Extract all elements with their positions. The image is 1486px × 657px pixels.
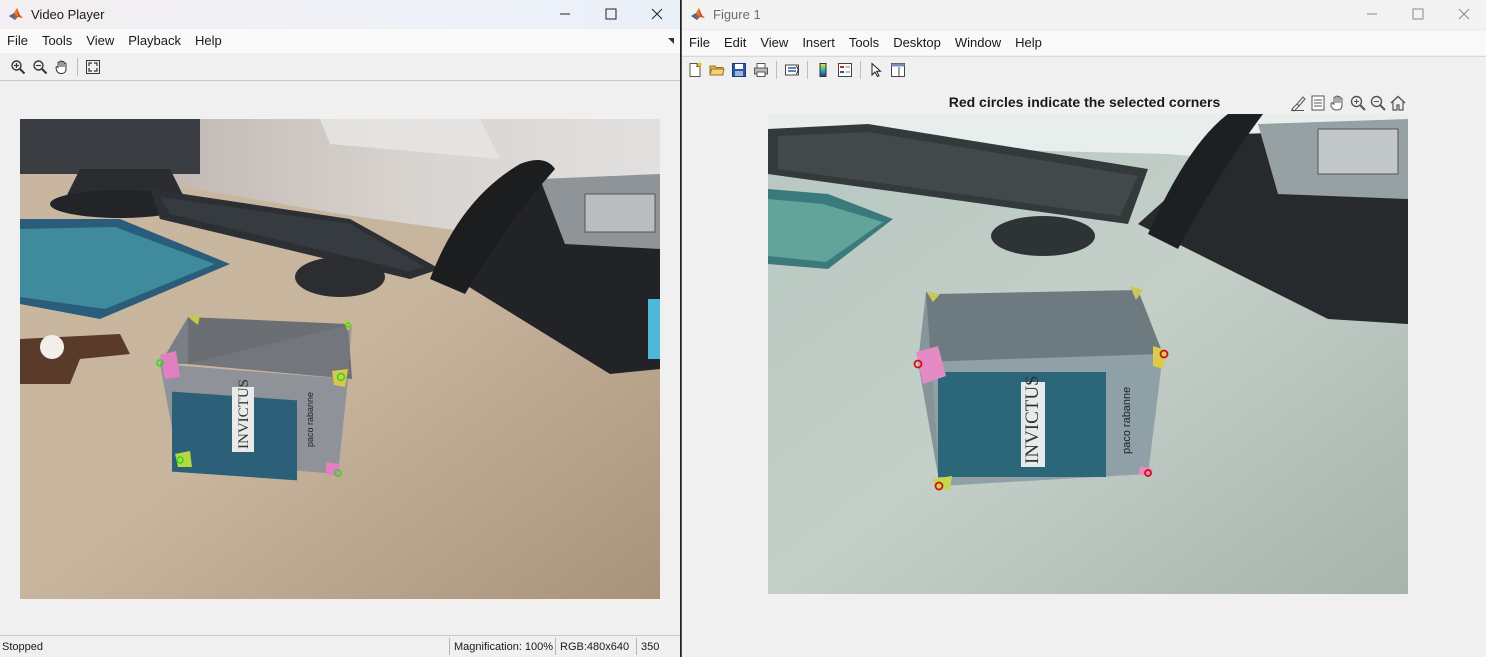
book-brand-text: INVICTUS	[1022, 375, 1043, 464]
legend-icon	[838, 63, 852, 77]
link-plot-icon	[785, 64, 799, 76]
brush-button[interactable]	[1289, 94, 1307, 112]
maximize-button[interactable]	[1395, 0, 1441, 28]
property-inspector-button[interactable]	[887, 59, 909, 81]
fit-to-window-icon	[86, 60, 100, 74]
new-figure-icon	[689, 62, 702, 77]
maximize-icon	[1412, 8, 1424, 20]
figure-window: Figure 1 File Edit View Insert Tools Des…	[681, 0, 1486, 657]
save-icon	[732, 63, 746, 77]
menu-window[interactable]: Window	[948, 31, 1008, 55]
minimize-icon	[1367, 13, 1377, 15]
figure-menubar: File Edit View Insert Tools Desktop Wind…	[682, 31, 1486, 55]
menu-help[interactable]: Help	[1008, 31, 1049, 55]
toolbar-separator	[860, 61, 861, 79]
colorbar-button[interactable]	[812, 59, 834, 81]
minimize-button[interactable]	[1349, 0, 1395, 28]
home-icon	[1390, 95, 1406, 111]
pan-button[interactable]	[1329, 94, 1347, 112]
toolbar-separator	[776, 61, 777, 79]
zoom-out-icon	[1370, 95, 1386, 111]
matlab-logo-icon	[9, 8, 23, 20]
close-icon	[651, 8, 663, 20]
zoom-in-button[interactable]	[1349, 94, 1367, 112]
zoom-in-button[interactable]	[7, 56, 29, 78]
minimize-button[interactable]	[542, 0, 588, 28]
zoom-in-icon	[11, 60, 26, 75]
zoom-out-button[interactable]	[29, 56, 51, 78]
status-divider	[555, 638, 556, 655]
property-inspector-icon	[891, 63, 905, 77]
dock-arrow-icon[interactable]	[668, 38, 674, 44]
zoom-out-button[interactable]	[1369, 94, 1387, 112]
close-icon	[1458, 8, 1470, 20]
book-maker-text: paco rabanne	[305, 392, 315, 447]
figure-toolbar	[682, 56, 1486, 83]
figure-image: INVICTUS paco rabanne	[768, 114, 1408, 594]
video-player-titlebar[interactable]: Video Player	[0, 0, 680, 28]
link-plot-button[interactable]	[781, 59, 803, 81]
matlab-logo-icon	[691, 8, 705, 20]
video-player-statusbar: Stopped Magnification: 100% RGB:480x640 …	[0, 635, 680, 657]
menu-view[interactable]: View	[79, 29, 121, 53]
video-player-window: Video Player File Tools View Playback He…	[0, 0, 680, 657]
menu-tools[interactable]: Tools	[35, 29, 79, 53]
print-button[interactable]	[750, 59, 772, 81]
axes-toolbar	[1289, 94, 1407, 112]
menu-help[interactable]: Help	[188, 29, 229, 53]
edit-plot-button[interactable]	[865, 59, 887, 81]
zoom-in-icon	[1350, 95, 1366, 111]
menu-file[interactable]: File	[0, 29, 35, 53]
playback-state: Stopped	[2, 641, 43, 653]
menu-edit[interactable]: Edit	[717, 31, 753, 55]
menu-view[interactable]: View	[753, 31, 795, 55]
menu-desktop[interactable]: Desktop	[886, 31, 948, 55]
video-player-menubar: File Tools View Playback Help	[0, 29, 680, 53]
book-maker-text: paco rabanne	[1121, 387, 1133, 454]
edit-plot-icon	[871, 62, 882, 78]
maximize-button[interactable]	[588, 0, 634, 28]
axes-image[interactable]: INVICTUS paco rabanne	[768, 114, 1408, 594]
restore-view-button[interactable]	[1389, 94, 1407, 112]
frame-number: 350	[641, 641, 660, 653]
menu-playback[interactable]: Playback	[121, 29, 188, 53]
status-divider	[449, 638, 450, 655]
colorbar-icon	[819, 63, 827, 77]
open-file-icon	[709, 65, 725, 76]
pan-hand-icon	[55, 60, 67, 74]
print-icon	[754, 63, 768, 77]
close-button[interactable]	[1441, 0, 1486, 28]
toolbar-separator	[807, 61, 808, 79]
menu-file[interactable]: File	[682, 31, 717, 55]
menu-tools[interactable]: Tools	[842, 31, 886, 55]
data-tips-icon	[1311, 95, 1325, 111]
minimize-icon	[560, 13, 570, 15]
video-frame-image: INVICTUS paco rabanne	[20, 119, 660, 599]
video-frame[interactable]: INVICTUS paco rabanne	[20, 119, 660, 599]
brush-icon	[1291, 96, 1306, 112]
window-title: Figure 1	[713, 6, 761, 22]
data-tips-button[interactable]	[1309, 94, 1327, 112]
rgb-readout: RGB:480x640	[560, 641, 630, 653]
maximize-icon	[605, 8, 617, 20]
figure-titlebar[interactable]: Figure 1	[682, 0, 1486, 28]
toolbar-separator	[77, 58, 78, 76]
zoom-out-icon	[33, 60, 48, 75]
book-brand-text: INVICTUS	[236, 379, 252, 449]
video-player-toolbar	[0, 54, 680, 81]
open-file-button[interactable]	[706, 59, 728, 81]
fit-to-window-button[interactable]	[82, 56, 104, 78]
status-divider	[636, 638, 637, 655]
pan-button[interactable]	[51, 56, 73, 78]
new-figure-button[interactable]	[684, 59, 706, 81]
window-title: Video Player	[31, 6, 105, 22]
close-button[interactable]	[634, 0, 680, 28]
legend-button[interactable]	[834, 59, 856, 81]
menu-insert[interactable]: Insert	[795, 31, 842, 55]
pan-icon	[1330, 95, 1343, 111]
magnification-readout: Magnification: 100%	[454, 641, 554, 653]
save-button[interactable]	[728, 59, 750, 81]
